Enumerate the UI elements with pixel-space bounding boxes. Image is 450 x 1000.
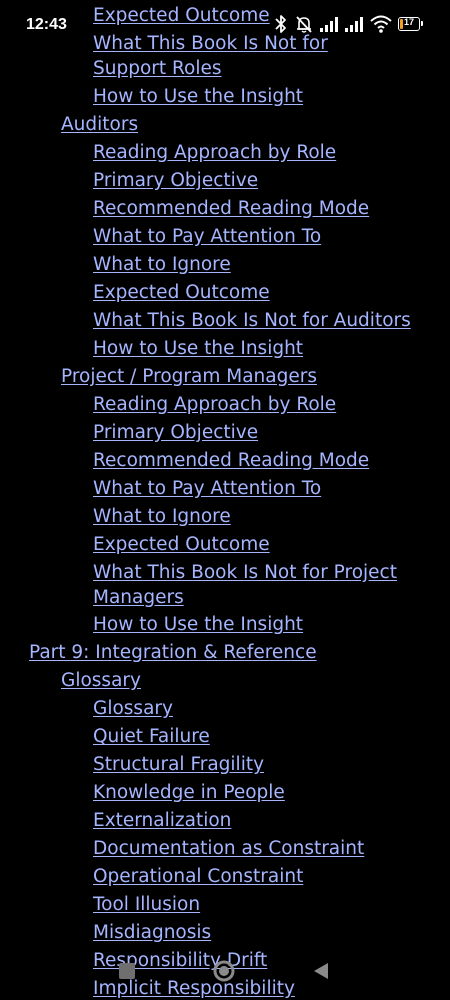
toc-item-link[interactable]: Primary Objective (93, 420, 258, 445)
toc-section-link[interactable]: Project / Program Managers (61, 364, 317, 389)
battery-icon: 17 (398, 17, 423, 31)
toc-item-link[interactable]: What This Book Is Not for Auditors (93, 308, 411, 333)
toc-item-link[interactable]: Operational Constraint (93, 864, 303, 889)
toc-item-link[interactable]: What to Pay Attention To (93, 224, 321, 249)
status-bar: 12:43 17 (0, 0, 450, 44)
toc-item-link[interactable]: Expected Outcome (93, 532, 270, 557)
toc-section-link[interactable]: Glossary (61, 668, 141, 693)
toc-item-link[interactable]: Reading Approach by Role (93, 392, 336, 417)
signal-icon (344, 14, 364, 39)
toc-item-link[interactable]: How to Use the Insight (93, 84, 303, 109)
toc-item-link[interactable]: Externalization (93, 808, 231, 833)
toc-item-link[interactable]: How to Use the Insight (93, 336, 303, 361)
toc-item-link[interactable]: Knowledge in People (93, 780, 285, 805)
signal-icon (319, 14, 339, 39)
status-time: 12:43 (26, 16, 67, 33)
toc-item-link[interactable]: Quiet Failure (93, 724, 210, 749)
recents-button[interactable] (118, 962, 136, 984)
toc-item-link[interactable]: Tool Illusion (93, 892, 200, 917)
home-button[interactable] (213, 960, 235, 986)
toc-item-link[interactable]: Documentation as Constraint (93, 836, 364, 861)
toc-item-link[interactable]: What This Book Is Not for Project Manage… (93, 560, 403, 610)
toc-item-link[interactable]: What to Ignore (93, 504, 231, 529)
toc-item-link[interactable]: Glossary (93, 696, 173, 721)
toc-item-link[interactable]: Recommended Reading Mode (93, 448, 369, 473)
toc-item-link[interactable]: Reading Approach by Role (93, 140, 336, 165)
toc-section-link[interactable]: Auditors (61, 112, 138, 137)
battery-level: 17 (403, 17, 414, 27)
toc-item-link[interactable]: Structural Fragility (93, 752, 264, 777)
toc-part-link[interactable]: Part 9: Integration & Reference (29, 640, 317, 665)
battery-tip (421, 21, 423, 26)
toc-item-link[interactable]: What to Ignore (93, 252, 231, 277)
toc-item-link[interactable]: How to Use the Insight (93, 612, 303, 637)
bluetooth-icon (274, 14, 288, 39)
toc-item-link[interactable]: What to Pay Attention To (93, 476, 321, 501)
back-button[interactable] (312, 962, 330, 984)
toc-item-link[interactable]: Misdiagnosis (93, 920, 211, 945)
mute-icon (294, 14, 314, 39)
toc-item-link[interactable]: Expected Outcome (93, 280, 270, 305)
status-icons: 17 (274, 14, 424, 36)
navigation-bar (0, 950, 450, 1000)
wifi-icon (370, 14, 392, 39)
toc-item-link[interactable]: Recommended Reading Mode (93, 196, 369, 221)
toc-item-link[interactable]: Primary Objective (93, 168, 258, 193)
